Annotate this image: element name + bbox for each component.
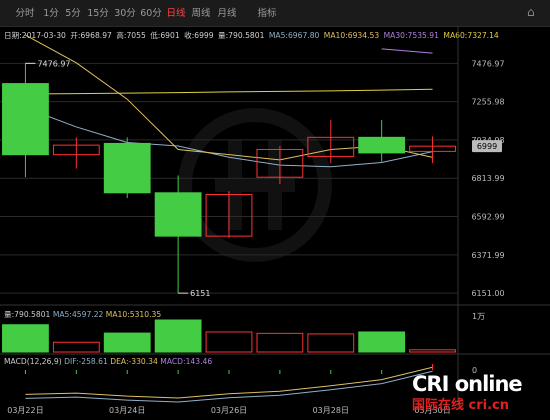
date-tick-label: 03月28日 (313, 406, 349, 415)
volume-ma10: MA10:5310.35 (105, 310, 162, 319)
candle-body (103, 142, 151, 194)
date-tick-label: 03月26日 (211, 406, 247, 415)
volume-axis-label: 1万 (472, 312, 485, 321)
price-axis: 7476.977255.987034.986813.996592.996371.… (471, 59, 504, 298)
date-tick-label: 03月22日 (7, 406, 43, 415)
watermark-logo: CRI online 国际在线 cri.cn (412, 372, 542, 416)
macd-dif: DIF:-258.61 (64, 357, 108, 366)
last-price-label: 6999 (477, 142, 497, 151)
macd-value: MACD:143.46 (160, 357, 213, 366)
volume-bar (154, 319, 202, 353)
volume-bar (103, 332, 151, 353)
price-tick-label: 7255.98 (471, 98, 504, 107)
watermark-subtext: 国际在线 cri.cn (412, 398, 509, 413)
volume-bar (409, 349, 456, 353)
macd-info-bar: MACD(12,26,9) DIF:-258.61 DEA:-330.34 MA… (4, 357, 212, 366)
annotation-label: 6151 (190, 289, 210, 298)
candle-body (2, 83, 49, 156)
macd-dea: DEA:-330.34 (110, 357, 158, 366)
macd-dif-line (25, 370, 433, 403)
volume-info-bar: 量:790.5801 MA5:4597.22 MA10:5310.35 (4, 309, 161, 320)
volume-bar (256, 332, 304, 353)
date-tick-label: 03月24日 (109, 406, 145, 415)
watermark-text: CRI online (412, 372, 523, 396)
ma30-line (381, 48, 433, 54)
candle-body (358, 136, 406, 154)
price-tick-label: 7476.97 (471, 59, 504, 68)
volume-bar (307, 333, 355, 353)
ma60-line (25, 88, 433, 95)
price-tick-label: 6371.99 (471, 251, 504, 260)
macd-label: MACD(12,26,9) (4, 357, 62, 366)
date-axis: 03月22日 03月24日 03月26日 03月28日 03月30日 (7, 406, 450, 415)
annotation-label: 7476.97 (37, 59, 70, 68)
price-tick-label: 6151.00 (471, 289, 504, 298)
volume-bar (358, 331, 406, 353)
volume-bar (52, 341, 100, 353)
price-tick-label: 6592.99 (471, 213, 504, 222)
price-tick-label: 6813.99 (471, 174, 504, 183)
volume-label: 量:790.5801 (4, 310, 51, 319)
volume-bar (205, 331, 253, 353)
candle-body (154, 192, 202, 237)
volume-ma5: MA5:4597.22 (52, 310, 104, 319)
volume-bar (2, 324, 49, 353)
